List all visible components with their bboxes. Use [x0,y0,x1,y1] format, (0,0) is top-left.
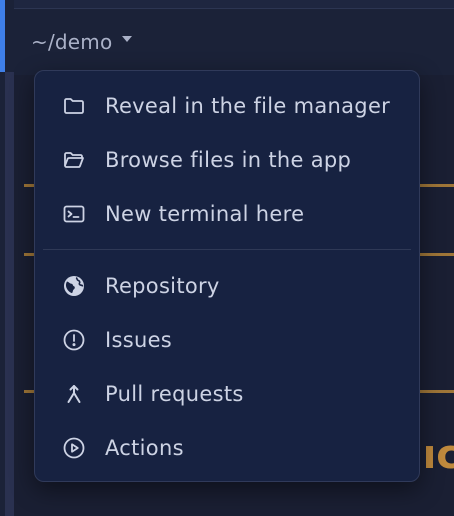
issue-icon [61,327,87,353]
globe-icon [61,273,87,299]
menu-item-label: Issues [105,328,173,352]
terminal-icon [61,201,87,227]
menu-item-label: Actions [105,436,184,460]
caret-down-icon[interactable] [122,36,133,42]
pull-request-icon [61,381,87,407]
menu-item-label: Pull requests [105,382,244,406]
menu-item-reveal-in-file-manager[interactable]: Reveal in the file manager [35,79,419,133]
menu-item-repository[interactable]: Repository [35,259,419,313]
play-circle-icon [61,435,87,461]
menu-item-label: Repository [105,274,220,298]
menu-separator [43,249,411,250]
menu-item-label: New terminal here [105,202,305,226]
folder-open-icon [61,147,87,173]
folder-icon [61,93,87,119]
path-label[interactable]: ~/demo [31,30,112,54]
menu-item-new-terminal[interactable]: New terminal here [35,187,419,241]
background-glyph: ıc [422,432,454,478]
top-divider [14,0,454,9]
context-menu: Reveal in the file manager Browse files … [34,70,420,482]
menu-item-pull-requests[interactable]: Pull requests [35,367,419,421]
menu-item-label: Browse files in the app [105,148,352,172]
menu-item-issues[interactable]: Issues [35,313,419,367]
left-rail [5,72,14,516]
path-header[interactable]: ~/demo [14,9,454,75]
active-tab-indicator [0,0,5,72]
menu-item-actions[interactable]: Actions [35,421,419,475]
menu-item-browse-files[interactable]: Browse files in the app [35,133,419,187]
menu-item-label: Reveal in the file manager [105,94,391,118]
